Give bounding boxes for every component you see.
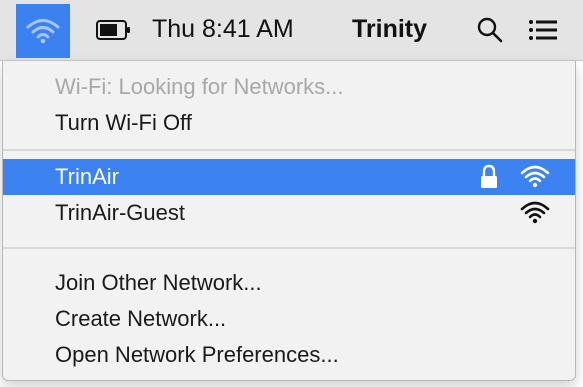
menu-bar: Thu 8:41 AM Trinity [0,0,583,61]
network-item-trinair[interactable]: TrinAir [3,159,575,195]
wifi-icon [26,19,60,44]
screen: Thu 8:41 AM Trinity Wi-Fi: Looking for N… [0,0,583,387]
network-item-trinair-guest[interactable]: TrinAir-Guest [3,195,575,231]
join-other-network-item[interactable]: Join Other Network... [3,265,575,301]
menubar-clock[interactable]: Thu 8:41 AM [152,14,294,44]
wifi-dropdown-menu: Wi-Fi: Looking for Networks... Turn Wi-F… [2,61,576,381]
menu-separator [3,149,575,151]
list-icon[interactable] [528,17,558,43]
network-name: TrinAir [55,164,119,189]
open-network-preferences-item[interactable]: Open Network Preferences... [3,337,575,373]
magnifying-glass-icon[interactable] [476,16,504,44]
lock-icon [481,164,497,188]
wifi-menu-extra[interactable] [16,4,70,58]
create-network-item[interactable]: Create Network... [3,301,575,337]
turn-wifi-off-item[interactable]: Turn Wi-Fi Off [3,105,575,141]
wifi-status-text: Wi-Fi: Looking for Networks... [55,74,344,99]
menu-separator [3,247,575,249]
network-name: TrinAir-Guest [55,200,185,225]
menubar-user[interactable]: Trinity [352,14,427,44]
wifi-signal-icon [520,201,550,224]
wifi-signal-icon [520,165,550,188]
battery-icon[interactable] [96,19,132,41]
